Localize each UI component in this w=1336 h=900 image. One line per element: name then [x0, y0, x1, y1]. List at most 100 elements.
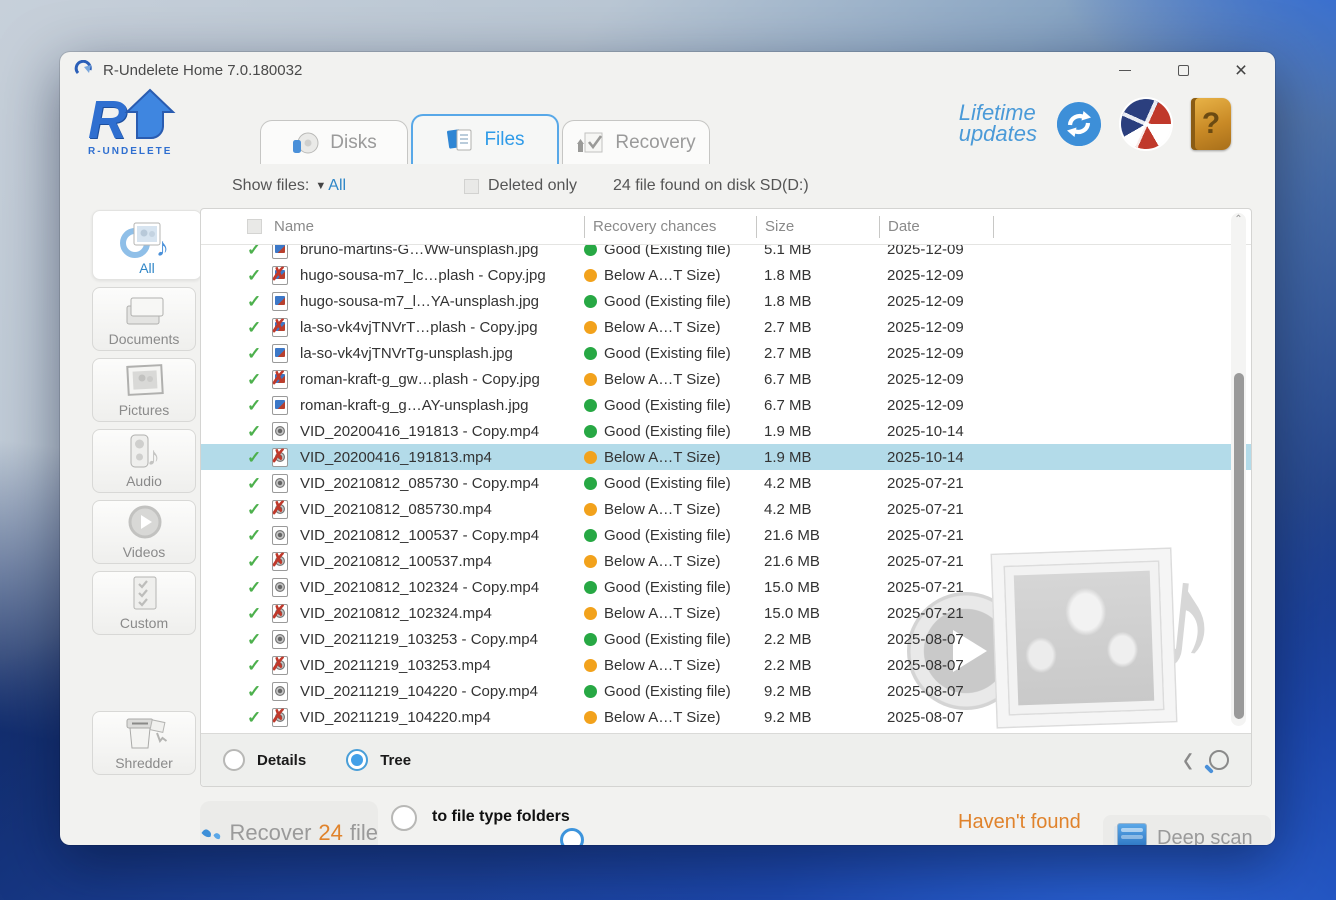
recovery-chance-dot — [584, 451, 597, 464]
row-checkmark-icon[interactable]: ✓ — [247, 527, 262, 544]
column-header-recovery-chances[interactable]: Recovery chances — [584, 216, 756, 238]
tree-radio[interactable] — [346, 749, 368, 771]
row-checkmark-icon[interactable]: ✓ — [247, 371, 262, 388]
file-list-panel: Name Recovery chances Size Date ♪ ✓ brun… — [200, 208, 1252, 787]
row-checkmark-icon[interactable]: ✓ — [247, 631, 262, 648]
deep-scan-button[interactable]: Deep scan — [1103, 815, 1271, 845]
row-checkmark-icon[interactable]: ✓ — [247, 449, 262, 466]
table-row[interactable]: ✓ VID_20210812_102324.mp4 Below A…T Size… — [201, 600, 1251, 626]
recovery-chance-dot — [584, 555, 597, 568]
sidebar-item-videos[interactable]: Videos — [92, 500, 196, 564]
file-type-folders-radio[interactable] — [391, 805, 417, 831]
table-row[interactable]: ✓ bruno-martins-G…Ww-unsplash.jpg Good (… — [201, 245, 1251, 262]
table-row[interactable]: ✓ hugo-sousa-m7_lc…plash - Copy.jpg Belo… — [201, 262, 1251, 288]
dropdown-caret-icon[interactable]: ▼ — [315, 180, 326, 192]
language-flags-icon[interactable] — [1121, 99, 1171, 149]
table-row[interactable]: ✓ VID_20210812_102324 - Copy.mp4 Good (E… — [201, 574, 1251, 600]
table-row[interactable]: ✓ VID_20200416_191813 - Copy.mp4 Good (E… — [201, 418, 1251, 444]
recovery-chance-text: Below A…T Size) — [604, 709, 720, 726]
table-row[interactable]: ✓ VID_20200416_191813.mp4 Below A…T Size… — [201, 444, 1251, 470]
recovery-chance-text: Good (Existing file) — [604, 683, 731, 700]
sidebar-item-custom[interactable]: Custom — [92, 571, 196, 635]
file-name: VID_20211219_103253 - Copy.mp4 — [300, 631, 584, 648]
file-size: 1.9 MB — [756, 423, 879, 440]
table-row[interactable]: ✓ VID_20210812_100537 - Copy.mp4 Good (E… — [201, 522, 1251, 548]
row-checkmark-icon[interactable]: ✓ — [247, 553, 262, 570]
file-name: roman-kraft-g_g…AY-unsplash.jpg — [300, 397, 584, 414]
select-all-checkbox[interactable] — [247, 219, 262, 234]
sidebar-item-audio[interactable]: ♪ Audio — [92, 429, 196, 493]
row-checkmark-icon[interactable]: ✓ — [247, 683, 262, 700]
file-name: la-so-vk4vjTNVrT…plash - Copy.jpg — [300, 319, 584, 336]
row-checkmark-icon[interactable]: ✓ — [247, 267, 262, 284]
recovery-chance-text: Below A…T Size) — [604, 319, 720, 336]
collapse-chevron-icon[interactable]: ‹ — [1183, 747, 1193, 772]
table-row[interactable]: ✓ VID_20211219_104220.mp4 Below A…T Size… — [201, 704, 1251, 730]
recover-label: Recover — [229, 820, 311, 845]
table-row[interactable]: ✓ VID_20210812_085730.mp4 Below A…T Size… — [201, 496, 1251, 522]
row-checkmark-icon[interactable]: ✓ — [247, 709, 262, 726]
file-name: VID_20210812_102324.mp4 — [300, 605, 584, 622]
recovery-chance-text: Good (Existing file) — [604, 345, 731, 362]
lifetime-updates-label[interactable]: Lifetime updates — [959, 103, 1037, 145]
table-row[interactable]: ✓ VID_20210812_085730 - Copy.mp4 Good (E… — [201, 470, 1251, 496]
deep-scan-label: Deep scan — [1157, 827, 1253, 845]
row-checkmark-icon[interactable]: ✓ — [247, 293, 262, 310]
file-size: 9.2 MB — [756, 683, 879, 700]
maximize-button[interactable] — [1175, 62, 1191, 78]
table-row[interactable]: ✓ roman-kraft-g_gw…plash - Copy.jpg Belo… — [201, 366, 1251, 392]
details-radio[interactable] — [223, 749, 245, 771]
sidebar-item-pictures[interactable]: Pictures — [92, 358, 196, 422]
sidebar-item-documents[interactable]: Documents — [92, 287, 196, 351]
recover-button[interactable]: Recover 24 file — [200, 801, 378, 845]
column-header-date[interactable]: Date — [879, 216, 993, 238]
row-checkmark-icon[interactable]: ✓ — [247, 605, 262, 622]
updates-refresh-icon[interactable] — [1057, 102, 1101, 146]
table-row[interactable]: ✓ VID_20211219_104220 - Copy.mp4 Good (E… — [201, 678, 1251, 704]
table-row[interactable]: ✓ VID_20210812_100537.mp4 Below A…T Size… — [201, 548, 1251, 574]
column-header-size[interactable]: Size — [756, 216, 879, 238]
scroll-down-icon[interactable]: ⌄ — [1231, 710, 1246, 726]
minimize-button[interactable] — [1117, 62, 1133, 78]
help-icon[interactable]: ? — [1191, 98, 1231, 150]
scrollbar-thumb[interactable] — [1234, 373, 1244, 719]
tab-label: Recovery — [615, 132, 695, 154]
recovery-chance: Below A…T Size) — [584, 709, 756, 726]
sidebar-item-label: Custom — [120, 615, 168, 632]
table-row[interactable]: ✓ la-so-vk4vjTNVrTg-unsplash.jpg Good (E… — [201, 340, 1251, 366]
scroll-up-icon[interactable]: ⌃ — [1231, 213, 1246, 229]
column-header-name[interactable]: Name — [274, 216, 584, 238]
tab-disks[interactable]: Disks — [260, 120, 408, 164]
file-date: 2025-12-09 — [879, 293, 993, 310]
recovery-chance: Good (Existing file) — [584, 397, 756, 414]
recovery-chance-text: Good (Existing file) — [604, 397, 731, 414]
row-checkmark-icon[interactable]: ✓ — [247, 579, 262, 596]
file-size: 2.7 MB — [756, 345, 879, 362]
row-checkmark-icon[interactable]: ✓ — [247, 475, 262, 492]
row-checkmark-icon[interactable]: ✓ — [247, 423, 262, 440]
vertical-scrollbar[interactable]: ⌃ ⌄ — [1231, 213, 1246, 726]
sidebar-item-all[interactable]: ♪ All — [92, 210, 202, 280]
table-row[interactable]: ✓ VID_20211219_103253 - Copy.mp4 Good (E… — [201, 626, 1251, 652]
row-checkmark-icon[interactable]: ✓ — [247, 245, 262, 258]
file-date: 2025-08-07 — [879, 657, 993, 674]
deleted-only-checkbox[interactable] — [464, 179, 479, 194]
tab-recovery[interactable]: Recovery — [562, 120, 710, 164]
show-files-dropdown[interactable]: All — [328, 177, 346, 195]
tab-files[interactable]: Files — [411, 114, 559, 164]
sidebar-item-shredder[interactable]: Shredder — [92, 711, 196, 775]
row-checkmark-icon[interactable]: ✓ — [247, 319, 262, 336]
table-row[interactable]: ✓ la-so-vk4vjTNVrT…plash - Copy.jpg Belo… — [201, 314, 1251, 340]
recovery-chance: Good (Existing file) — [584, 683, 756, 700]
table-row[interactable]: ✓ roman-kraft-g_g…AY-unsplash.jpg Good (… — [201, 392, 1251, 418]
row-checkmark-icon[interactable]: ✓ — [247, 397, 262, 414]
row-checkmark-icon[interactable]: ✓ — [247, 501, 262, 518]
table-row[interactable]: ✓ VID_20211219_103253.mp4 Below A…T Size… — [201, 652, 1251, 678]
search-icon[interactable] — [1209, 750, 1229, 770]
close-button[interactable]: × — [1233, 62, 1249, 78]
table-row[interactable]: ✓ hugo-sousa-m7_l…YA-unsplash.jpg Good (… — [201, 288, 1251, 314]
havent-found-link[interactable]: Haven't found — [958, 811, 1081, 834]
row-checkmark-icon[interactable]: ✓ — [247, 345, 262, 362]
file-size: 1.8 MB — [756, 267, 879, 284]
row-checkmark-icon[interactable]: ✓ — [247, 657, 262, 674]
